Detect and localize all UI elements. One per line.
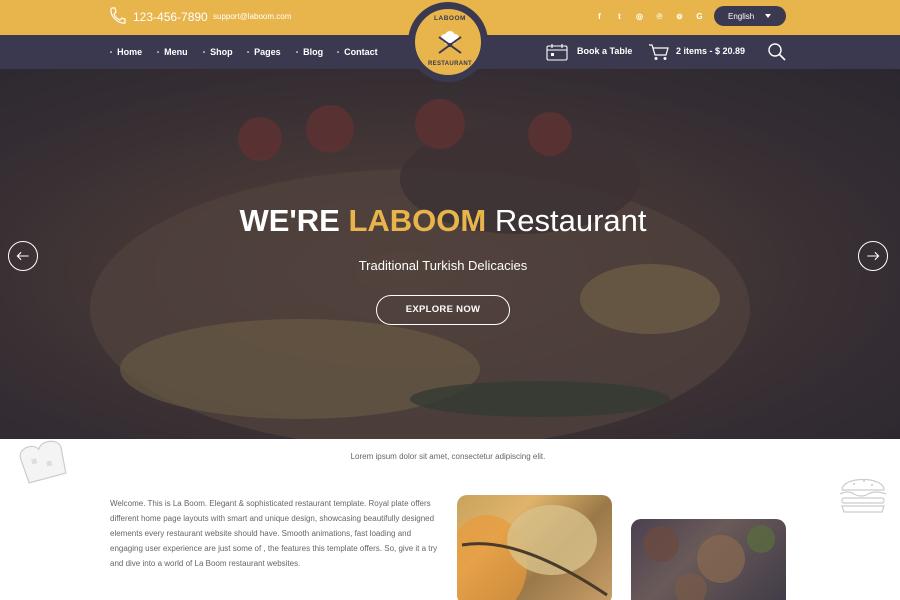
phone-number[interactable]: 123-456-7890 (133, 10, 208, 24)
nav-item-contact[interactable]: Contact (337, 47, 378, 57)
nav-item-blog[interactable]: Blog (296, 47, 323, 57)
hero-subtitle: Traditional Turkish Delicacies (358, 258, 528, 273)
food-photo-grill[interactable] (457, 495, 612, 600)
grill-image (457, 505, 608, 600)
social-links: f t ◎ ℗ ⊚ G (593, 10, 706, 23)
logo-text-top: LABOOM (434, 15, 466, 22)
slider-prev-button[interactable] (8, 241, 38, 271)
logo-badge: LABOOM RESTAURANT (413, 7, 483, 77)
twitter-icon[interactable]: t (613, 10, 626, 23)
section-tagline: Lorem ipsum dolor sit amet, consectetur … (350, 452, 546, 461)
search-icon[interactable] (767, 42, 787, 62)
book-table-link[interactable]: Book a Table (577, 46, 632, 56)
nav-item-shop[interactable]: Shop (203, 47, 233, 57)
food-photo-platter[interactable] (631, 519, 786, 600)
hero-title-brand: LABOOM (348, 203, 487, 238)
chevron-down-icon (765, 14, 771, 18)
about-paragraph: Welcome. This is La Boom. Elegant & soph… (110, 499, 438, 568)
google-icon[interactable]: G (693, 10, 706, 23)
burger-icon (839, 479, 887, 513)
logo-text-bottom: RESTAURANT (428, 61, 472, 67)
hero-title-prefix: WE'RE (239, 203, 349, 238)
nav-item-home[interactable]: Home (110, 47, 142, 57)
phone-icon (110, 7, 126, 24)
language-select[interactable]: English (714, 6, 786, 26)
cart-icon[interactable] (648, 43, 670, 61)
explore-now-button[interactable]: EXPLORE NOW (376, 295, 510, 325)
chef-hat-icon (438, 31, 462, 54)
nav-item-pages[interactable]: Pages (247, 47, 281, 57)
email-link[interactable]: support@laboom.com (213, 12, 291, 21)
site-logo[interactable]: LABOOM RESTAURANT (408, 2, 488, 82)
hero-slider: WE'RE LABOOM Restaurant Traditional Turk… (0, 69, 900, 439)
tripadvisor-icon[interactable]: ⊚ (673, 10, 686, 23)
hero-overlay (0, 69, 900, 439)
nav-item-menu[interactable]: Menu (157, 47, 188, 57)
hero-title: WE'RE LABOOM Restaurant (0, 203, 886, 239)
language-label: English (728, 12, 755, 21)
pinterest-icon[interactable]: ℗ (653, 10, 666, 23)
platter-image (643, 525, 775, 600)
cart-summary[interactable]: 2 items - $ 20.89 (676, 46, 745, 56)
instagram-icon[interactable]: ◎ (633, 10, 646, 23)
calendar-icon[interactable] (546, 43, 568, 61)
hero-title-suffix: Restaurant (486, 203, 647, 238)
facebook-icon[interactable]: f (593, 10, 606, 23)
bread-icon (19, 440, 67, 484)
slider-next-button[interactable] (858, 241, 888, 271)
